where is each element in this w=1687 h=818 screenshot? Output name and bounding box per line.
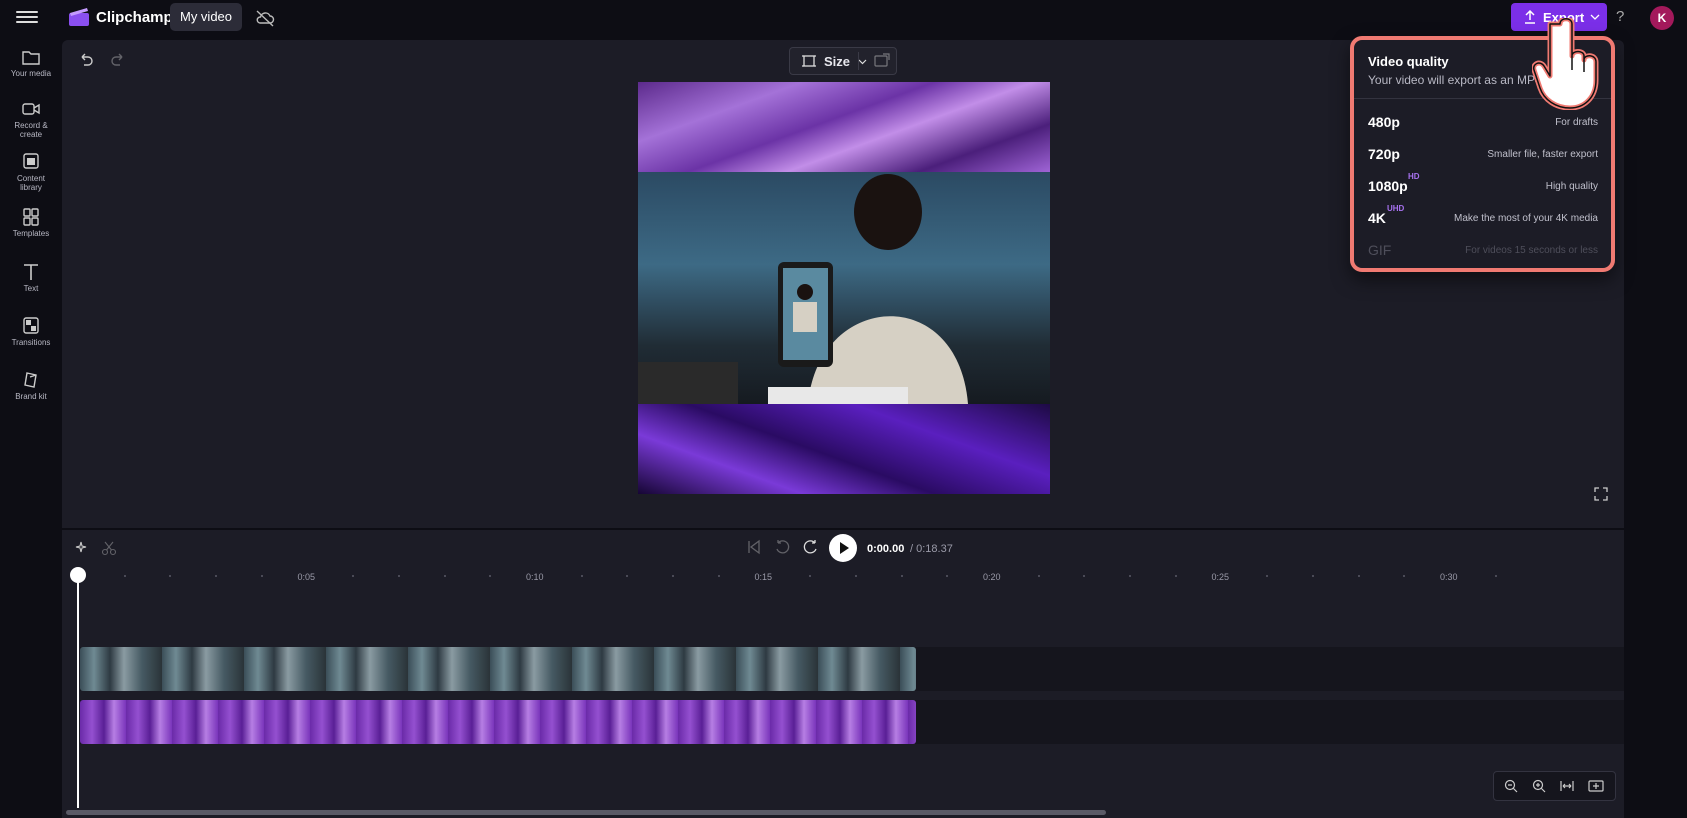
export-option-480p[interactable]: 480p For drafts (1368, 112, 1598, 136)
ruler-label: 0:25 (1211, 572, 1230, 582)
option-description: High quality (1545, 181, 1598, 192)
sidebar-item-record-create[interactable]: Record & create (0, 100, 62, 139)
sidebar-item-transitions[interactable]: Transitions (0, 317, 62, 347)
ruler-tick (854, 575, 857, 577)
sidebar-item-label: Record & create (14, 121, 48, 139)
video-preview[interactable] (638, 82, 1050, 494)
forward-5-icon[interactable] (803, 539, 819, 555)
toolbar-divider (858, 52, 859, 70)
option-name: GIF (1368, 242, 1392, 258)
size-label: Size (824, 53, 851, 69)
ruler-tick (1494, 575, 1497, 577)
ruler-tick (443, 575, 446, 577)
zoom-controls (1493, 771, 1616, 801)
brand-kit-icon (24, 372, 37, 388)
option-name: 720p (1368, 146, 1400, 162)
background-top-image (638, 82, 1050, 172)
ruler-label: 0:10 (526, 572, 544, 582)
scissors-icon[interactable] (101, 540, 117, 556)
uhd-badge: UHD (1387, 204, 1405, 213)
ruler-tick (123, 575, 126, 577)
user-avatar[interactable]: K (1650, 6, 1674, 30)
ruler-label: 0:30 (1440, 572, 1458, 582)
camera-icon (22, 103, 40, 115)
text-icon (24, 264, 38, 280)
option-name: 1080p (1368, 178, 1408, 194)
export-option-720p[interactable]: 720p Smaller file, faster export (1368, 144, 1598, 168)
ruler-label: 0:15 (754, 572, 773, 582)
export-option-4k[interactable]: 4K UHD Make the most of your 4K media (1368, 204, 1598, 232)
export-option-1080p[interactable]: 1080p HD High quality (1368, 172, 1598, 200)
ruler-label: 0:05 (297, 572, 316, 582)
sidebar-item-brand-kit[interactable]: Brand kit (0, 371, 62, 401)
top-bar: Clipchamp My video Export ? K (0, 0, 1687, 36)
library-icon (23, 153, 39, 169)
templates-icon (23, 208, 39, 226)
redo-icon[interactable] (110, 52, 126, 68)
sidebar: Your media Record & create Content libra… (0, 36, 62, 818)
rewind-5-icon[interactable] (774, 539, 790, 555)
zoom-in-icon[interactable] (1532, 779, 1546, 793)
ruler-tick (260, 575, 263, 577)
video-frame-image (638, 172, 1050, 404)
video-clip[interactable] (80, 647, 916, 691)
project-name-tab[interactable]: My video (170, 3, 242, 31)
sidebar-item-label: Templates (12, 229, 50, 238)
background-clip[interactable] (80, 700, 916, 744)
cloud-offline-icon[interactable] (255, 9, 275, 27)
zoom-out-icon[interactable] (1504, 779, 1518, 793)
export-option-gif: GIF For videos 15 seconds or less (1368, 240, 1598, 264)
sidebar-item-label: Transitions (11, 338, 51, 347)
menu-icon[interactable] (16, 8, 38, 26)
option-description: For videos 15 seconds or less (1465, 245, 1598, 256)
sidebar-item-your-media[interactable]: Your media (0, 48, 62, 78)
playhead-line (77, 580, 79, 808)
folder-icon (22, 51, 40, 65)
ruler-tick (1174, 575, 1177, 577)
share-frame-icon[interactable] (874, 53, 890, 67)
magic-wand-icon[interactable] (73, 540, 89, 556)
option-name: 480p (1368, 114, 1400, 130)
total-duration: / 0:18.37 (910, 543, 953, 555)
ruler-tick (1357, 575, 1360, 577)
play-button[interactable] (829, 534, 857, 562)
play-icon (840, 542, 849, 554)
ruler-label: 0:20 (983, 572, 1001, 582)
skip-back-icon[interactable] (746, 539, 762, 555)
sidebar-item-label: Brand kit (15, 392, 47, 401)
hand-cursor-icon (1532, 18, 1599, 110)
background-bottom-image (638, 404, 1050, 494)
chevron-down-icon (858, 59, 867, 64)
ruler-tick (397, 575, 400, 577)
add-track-icon[interactable] (1588, 779, 1604, 793)
timeline-scrollbar[interactable] (66, 810, 1106, 815)
menu-title: Video quality (1368, 54, 1449, 69)
sidebar-item-content-library[interactable]: Content library (0, 153, 62, 192)
resize-icon (802, 55, 816, 67)
help-icon[interactable]: ? (1616, 8, 1624, 25)
fullscreen-icon[interactable] (1594, 487, 1608, 501)
transitions-icon (23, 317, 39, 334)
option-description: Make the most of your 4K media (1454, 213, 1598, 224)
fit-timeline-icon[interactable] (1560, 779, 1574, 793)
ruler-tick (1037, 575, 1040, 577)
clipchamp-logo-icon (69, 8, 89, 26)
option-name: 4K (1368, 210, 1386, 226)
option-description: For drafts (1555, 117, 1598, 128)
sidebar-item-label: Your media (10, 69, 52, 78)
sidebar-item-templates[interactable]: Templates (0, 208, 62, 238)
sidebar-item-text[interactable]: Text (0, 263, 62, 293)
undo-icon[interactable] (78, 52, 94, 68)
sidebar-item-label: Text (23, 284, 39, 293)
sidebar-item-label: Content library (16, 174, 46, 192)
hd-badge: HD (1408, 172, 1420, 181)
ruler-tick (717, 575, 720, 577)
brand-name: Clipchamp (96, 9, 173, 26)
ruler-tick (1311, 575, 1314, 577)
current-time: 0:00.00 (867, 543, 905, 555)
option-description: Smaller file, faster export (1487, 149, 1598, 160)
ruler-tick (900, 575, 903, 577)
ruler-tick (580, 575, 583, 577)
video-frame-scene (638, 174, 968, 404)
